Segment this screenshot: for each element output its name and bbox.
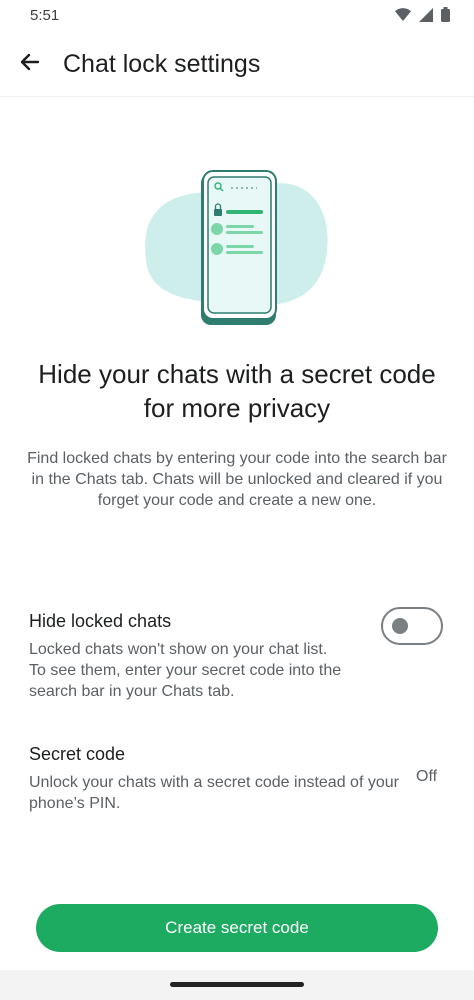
intro-description: Find locked chats by entering your code …	[27, 450, 447, 509]
battery-icon	[441, 7, 450, 22]
status-icons	[395, 7, 450, 22]
hide-locked-chats-title: Hide locked chats	[29, 611, 172, 631]
hide-locked-chats-toggle[interactable]	[381, 607, 443, 645]
secret-code-description: Unlock your chats with a secret code ins…	[29, 774, 399, 812]
app-bar: Chat lock settings	[0, 32, 474, 97]
chat-lock-illustration	[140, 165, 335, 330]
status-bar: 5:51	[0, 0, 474, 32]
headline: Hide your chats with a secret code for m…	[38, 359, 436, 423]
toggle-knob	[392, 618, 408, 634]
status-time: 5:51	[30, 7, 60, 24]
signal-icon	[419, 7, 433, 22]
arrow-left-icon	[18, 50, 42, 79]
gesture-handle[interactable]	[170, 982, 304, 987]
page-title: Chat lock settings	[63, 50, 261, 78]
create-secret-code-button[interactable]: Create secret code	[36, 904, 438, 952]
hide-locked-chats-description: Locked chats won't show on your chat lis…	[29, 641, 342, 700]
wifi-icon	[395, 8, 411, 21]
back-button[interactable]	[14, 48, 46, 80]
secret-code-title[interactable]: Secret code	[29, 744, 125, 765]
secret-code-status: Off	[416, 768, 438, 785]
